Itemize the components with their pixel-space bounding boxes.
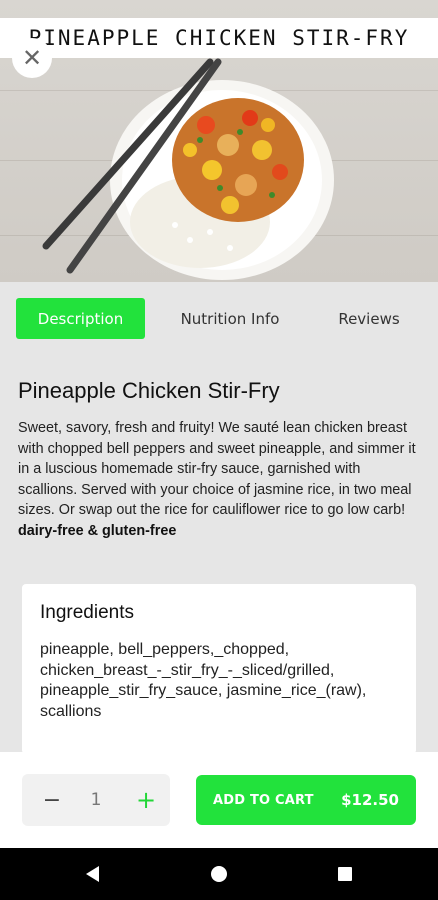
home-button[interactable] xyxy=(193,848,245,900)
ingredients-title: Ingredients xyxy=(40,602,135,623)
ingredients-list: pineapple, bell_peppers,_chopped, chicke… xyxy=(40,641,367,720)
back-icon xyxy=(85,866,99,882)
home-icon xyxy=(211,866,227,882)
title-banner: PINEAPPLE CHICKEN STIR-FRY xyxy=(0,18,438,58)
tab-description[interactable]: Description xyxy=(16,298,145,339)
increase-quantity-button[interactable]: + xyxy=(126,774,166,826)
recents-icon xyxy=(338,867,352,881)
diet-tags: dairy-free & gluten-free xyxy=(18,522,177,539)
description-panel: Pineapple Chicken Stir-Fry Sweet, savory… xyxy=(0,358,438,752)
add-to-cart-button[interactable]: ADD TO CART $12.50 xyxy=(196,775,416,825)
description-text: Sweet, savory, fresh and fruity! We saut… xyxy=(18,420,416,518)
tab-reviews[interactable]: Reviews xyxy=(316,298,422,339)
tab-bar: Description Nutrition Info Reviews xyxy=(0,282,438,358)
decrease-quantity-button[interactable]: − xyxy=(32,774,72,826)
recents-button[interactable] xyxy=(319,848,371,900)
quantity-stepper: − 1 + xyxy=(22,774,170,826)
product-description: Sweet, savory, fresh and fruity! We saut… xyxy=(18,418,423,541)
page-title: PINEAPPLE CHICKEN STIR-FRY xyxy=(28,26,410,50)
add-to-cart-label: ADD TO CART xyxy=(213,792,314,808)
tab-nutrition-info[interactable]: Nutrition Info xyxy=(166,298,294,339)
back-button[interactable] xyxy=(66,848,118,900)
price: $12.50 xyxy=(341,791,399,809)
close-button[interactable]: ✕ xyxy=(12,38,52,78)
product-name: Pineapple Chicken Stir-Fry xyxy=(18,378,280,403)
quantity-value: 1 xyxy=(90,790,102,810)
system-nav-bar xyxy=(0,848,438,900)
close-icon: ✕ xyxy=(21,44,43,72)
ingredients-card: Ingredients pineapple, bell_peppers,_cho… xyxy=(22,584,416,752)
cart-bar: − 1 + ADD TO CART $12.50 xyxy=(0,752,438,848)
